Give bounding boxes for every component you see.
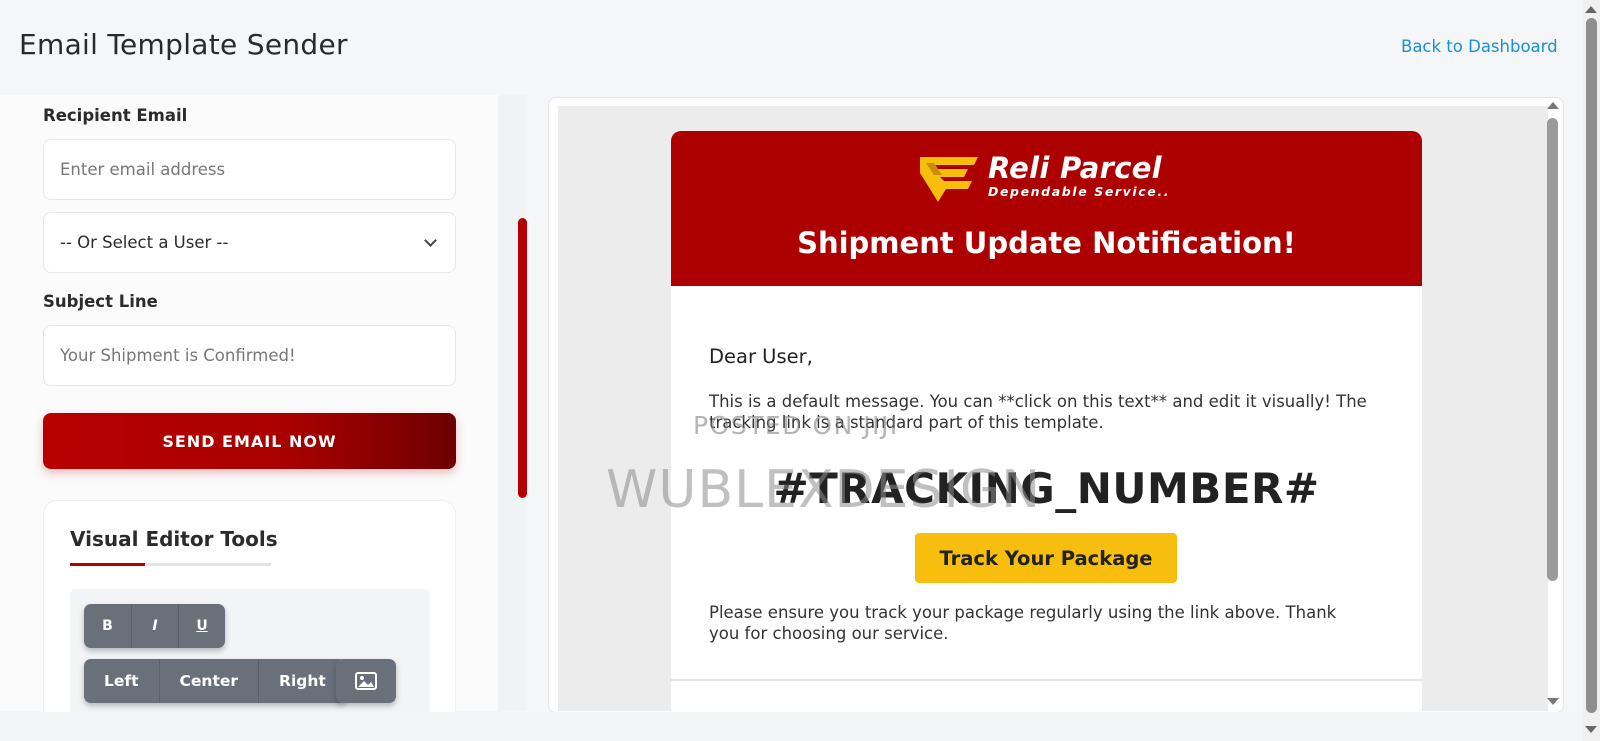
- visual-editor-tools-card: Visual Editor Tools B I U Left Center Ri…: [43, 500, 456, 740]
- user-select-dropdown[interactable]: -- Or Select a User --: [43, 212, 456, 273]
- page-scrollbar-thumb[interactable]: [1586, 18, 1597, 713]
- page-scroll-down-icon[interactable]: [1585, 726, 1597, 733]
- track-package-button[interactable]: Track Your Package: [915, 533, 1177, 583]
- watermark-posted: POSTED ON JIJI: [693, 411, 899, 440]
- italic-button[interactable]: I: [131, 604, 178, 648]
- back-to-dashboard-link[interactable]: Back to Dashboard: [1401, 37, 1558, 56]
- recipient-email-input[interactable]: Enter email address: [43, 139, 456, 200]
- page-title: Email Template Sender: [19, 28, 348, 61]
- send-email-button[interactable]: SEND EMAIL NOW: [43, 413, 456, 469]
- parcel-logo-icon: [920, 157, 978, 202]
- tools-title: Visual Editor Tools: [70, 527, 278, 551]
- brand-name: Reli Parcel: [988, 151, 1162, 185]
- top-bar: Email Template Sender Back to Dashboard: [0, 0, 1566, 92]
- preview-scrollbar-thumb[interactable]: [1547, 118, 1558, 581]
- email-headline: Shipment Update Notification!: [797, 226, 1296, 260]
- subject-line-input[interactable]: Your Shipment is Confirmed!: [43, 325, 456, 386]
- preview-scroll-up-icon[interactable]: [1547, 102, 1559, 109]
- align-left-button[interactable]: Left: [84, 659, 159, 703]
- bottom-strip: [0, 712, 1582, 741]
- format-button-group: B I U: [84, 604, 225, 648]
- align-center-button[interactable]: Center: [158, 659, 259, 703]
- underline-button[interactable]: U: [178, 604, 225, 648]
- alignment-button-group: Left Center Right: [84, 659, 346, 703]
- align-right-button[interactable]: Right: [258, 659, 346, 703]
- left-scrollbar-thumb[interactable]: [518, 218, 527, 498]
- bold-button[interactable]: B: [84, 604, 131, 648]
- tools-title-underline: [70, 563, 271, 566]
- image-icon: [355, 672, 377, 690]
- user-select-value: -- Or Select a User --: [60, 233, 229, 252]
- email-outro-paragraph[interactable]: Please ensure you track your package reg…: [709, 602, 1369, 644]
- email-greeting[interactable]: Dear User,: [709, 345, 813, 368]
- subject-line-label: Subject Line: [43, 292, 158, 311]
- preview-scroll-down-icon[interactable]: [1547, 698, 1559, 705]
- page-scroll-up-icon[interactable]: [1585, 6, 1597, 13]
- email-header: Reli Parcel Dependable Service.. Shipmen…: [671, 131, 1422, 286]
- chevron-down-icon: [424, 233, 437, 247]
- watermark-designer: WUBLEXDESIGN: [606, 460, 1042, 520]
- insert-image-button[interactable]: [336, 659, 396, 703]
- brand-tagline: Dependable Service..: [988, 184, 1171, 199]
- email-footer-divider: [671, 679, 1422, 681]
- toolbar-area: B I U Left Center Right: [70, 589, 430, 729]
- recipient-email-label: Recipient Email: [43, 106, 188, 125]
- brand-logo: Reli Parcel Dependable Service..: [918, 153, 1170, 203]
